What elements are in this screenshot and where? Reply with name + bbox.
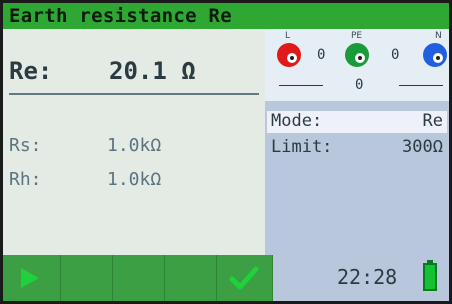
rs-value: 1.0kΩ	[107, 135, 162, 156]
screen-title: Earth resistance Re	[3, 3, 449, 29]
l-n-line-left	[279, 85, 323, 86]
pe-n-voltage: 0	[391, 47, 400, 63]
terminal-pe-tag: PE	[351, 31, 363, 41]
terminal-l-tag: L	[285, 31, 291, 41]
battery-icon	[423, 263, 437, 291]
l-n-line-right	[399, 85, 443, 86]
instrument-screen: Earth resistance Re Re: 20.1 Ω Rs: 1.0kΩ…	[3, 3, 449, 301]
terminal-n-icon	[423, 43, 447, 67]
limit-label: Limit:	[271, 137, 333, 157]
play-icon	[21, 268, 39, 288]
limit-value[interactable]: 300Ω	[371, 137, 443, 157]
rs-label: Rs:	[9, 135, 42, 156]
terminal-pe-icon	[345, 43, 369, 67]
main-result-label: Re:	[9, 57, 53, 85]
result-divider	[9, 93, 259, 95]
terminal-l-icon	[277, 43, 301, 67]
terminal-n-tag: N	[435, 31, 442, 41]
confirm-button[interactable]	[217, 255, 273, 301]
terminal-status: L PE N 0 0 0	[265, 29, 449, 101]
status-area: 22:28	[273, 255, 449, 301]
mode-label: Mode:	[271, 111, 323, 131]
results-panel: Re: 20.1 Ω Rs: 1.0kΩ Rh: 1.0kΩ	[3, 29, 265, 255]
l-n-voltage: 0	[355, 77, 364, 93]
rh-label: Rh:	[9, 169, 42, 190]
l-pe-voltage: 0	[317, 47, 326, 63]
function-key-4[interactable]	[165, 255, 217, 301]
function-key-3[interactable]	[113, 255, 165, 301]
checkmark-icon	[229, 266, 259, 290]
function-key-2[interactable]	[61, 255, 113, 301]
mode-value[interactable]: Re	[381, 111, 443, 131]
rh-value: 1.0kΩ	[107, 169, 162, 190]
start-button[interactable]	[3, 255, 61, 301]
function-bar: 22:28	[3, 255, 449, 301]
clock-time: 22:28	[337, 265, 398, 289]
main-result-value: 20.1 Ω	[109, 57, 196, 85]
